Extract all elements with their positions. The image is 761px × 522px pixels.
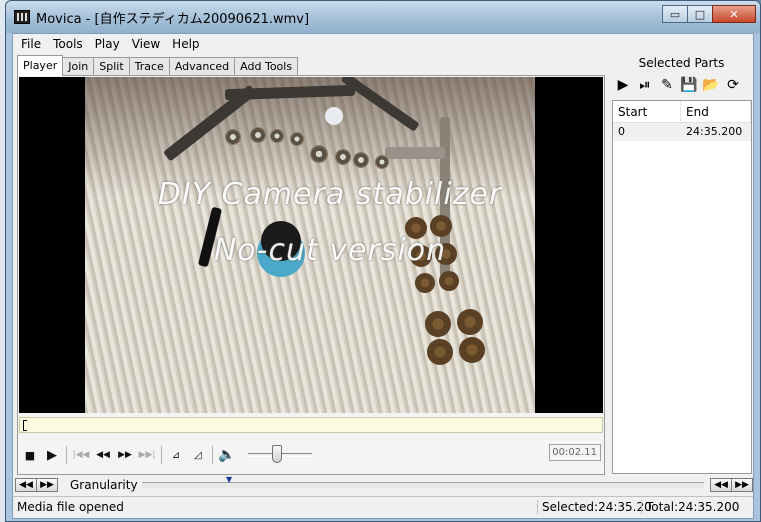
title-bar[interactable]: Movica - [自作ステディカム20090621.wmv] ▭ □ ✕: [6, 1, 760, 33]
client-area: File Tools Play View Help Player Join Sp…: [12, 33, 754, 519]
washer-part: [290, 132, 304, 146]
status-bar: Media file opened Selected:24:35.20 Tota…: [13, 496, 753, 518]
seek-marker[interactable]: [23, 420, 27, 431]
speaker-icon[interactable]: 🔈: [216, 444, 238, 466]
parts-list-header: Start End: [613, 101, 751, 123]
save-icon[interactable]: 💾: [678, 74, 700, 96]
selected-parts-title: Selected Parts: [638, 56, 725, 70]
washer-part: [353, 152, 369, 168]
washer-part: [325, 107, 343, 125]
bracket-part: [340, 77, 420, 132]
fast-forward-icon[interactable]: ▶▶: [114, 444, 136, 466]
video-view[interactable]: DIY Camera stabilizer No-cut version: [19, 77, 603, 413]
seek-bar[interactable]: [19, 417, 603, 433]
skip-end-icon[interactable]: ▶▶|: [136, 444, 158, 466]
toolbar-separator: [161, 446, 162, 464]
status-total: Total:24:35.200: [641, 500, 739, 514]
washer-part: [225, 129, 241, 145]
window-title: Movica - [自作ステディカム20090621.wmv]: [36, 12, 310, 27]
tab-split[interactable]: Split: [93, 57, 130, 76]
tab-advanced[interactable]: Advanced: [168, 57, 236, 76]
menu-file[interactable]: File: [15, 35, 47, 53]
weight-part: [459, 337, 485, 363]
granularity-right-button[interactable]: ▶▶: [36, 478, 58, 492]
row-start-value: 0: [618, 125, 625, 138]
washer-part: [375, 155, 389, 169]
row-end-value: 24:35.200: [686, 125, 743, 138]
menu-tools[interactable]: Tools: [47, 35, 89, 53]
play-selection-icon[interactable]: ▶: [612, 74, 634, 96]
granularity-slider[interactable]: ▼: [142, 475, 704, 488]
granularity-next-button[interactable]: ▶▶: [731, 478, 753, 492]
minimize-button[interactable]: ▭: [662, 5, 688, 23]
granularity-label: Granularity: [70, 478, 138, 492]
weight-part: [439, 271, 459, 291]
rewind-icon[interactable]: ◀◀: [92, 444, 114, 466]
volume-slider[interactable]: [248, 445, 312, 463]
app-window: Movica - [自作ステディカム20090621.wmv] ▭ □ ✕ Fi…: [5, 0, 761, 522]
tab-strip: Player Join Split Trace Advanced Add Too…: [17, 55, 299, 76]
tab-join[interactable]: Join: [62, 57, 95, 76]
video-caption-line2: No-cut version: [213, 233, 447, 268]
washer-part: [310, 145, 328, 163]
granularity-pointer-icon[interactable]: ▼: [226, 475, 232, 484]
video-frame: DIY Camera stabilizer No-cut version: [85, 77, 535, 413]
refresh-icon[interactable]: ⟳: [722, 74, 744, 96]
weight-part: [425, 311, 451, 337]
selected-parts-panel: Selected Parts ▶ ⏯ ✎ 💾 📂 ⟳ Start End 0 2…: [610, 54, 753, 476]
parts-list[interactable]: Start End 0 24:35.200: [612, 100, 752, 474]
tab-trace[interactable]: Trace: [128, 57, 170, 76]
stop-icon[interactable]: ■: [19, 444, 41, 466]
menu-help[interactable]: Help: [166, 35, 205, 53]
toolbar-separator: [212, 446, 213, 464]
granularity-prev-button[interactable]: ◀◀: [710, 478, 732, 492]
window-controls: ▭ □ ✕: [662, 5, 756, 23]
player-panel: DIY Camera stabilizer No-cut version ■ ▶…: [17, 75, 605, 475]
weight-part: [415, 273, 435, 293]
menu-bar: File Tools Play View Help: [13, 34, 753, 54]
video-caption-line1: DIY Camera stabilizer: [157, 177, 503, 212]
time-display: 00:02.11: [549, 444, 601, 461]
tab-player[interactable]: Player: [17, 55, 64, 76]
status-selected: Selected:24:35.20: [537, 500, 652, 514]
rod-part: [385, 147, 445, 159]
edit-icon[interactable]: ✎: [656, 74, 678, 96]
skip-start-icon[interactable]: |◀◀: [70, 444, 92, 466]
open-folder-icon[interactable]: 📂: [700, 74, 722, 96]
film-app-icon: [14, 10, 30, 24]
washer-part: [335, 149, 351, 165]
table-row[interactable]: 0 24:35.200: [613, 123, 751, 141]
weight-part: [427, 339, 453, 365]
menu-play[interactable]: Play: [89, 35, 126, 53]
menu-view[interactable]: View: [126, 35, 166, 53]
column-end[interactable]: End: [681, 101, 751, 122]
weight-part: [457, 309, 483, 335]
washer-part: [250, 127, 266, 143]
playback-controls: ■ ▶ |◀◀ ◀◀ ▶▶ ▶▶| ⊿ ◿ 🔈 00:02.11: [19, 440, 603, 470]
column-start[interactable]: Start: [613, 101, 681, 122]
volume-thumb[interactable]: [272, 445, 283, 463]
washer-part: [270, 129, 284, 143]
tab-add-tools[interactable]: Add Tools: [234, 57, 299, 76]
granularity-left-button[interactable]: ◀◀: [15, 478, 37, 492]
mark-out-icon[interactable]: ◿: [187, 444, 209, 466]
play-all-icon[interactable]: ⏯: [634, 74, 656, 96]
parts-toolbar: ▶ ⏯ ✎ 💾 📂 ⟳: [612, 74, 744, 96]
status-message: Media file opened: [17, 500, 124, 514]
maximize-button[interactable]: □: [687, 5, 713, 23]
close-button[interactable]: ✕: [712, 5, 756, 23]
granularity-bar: ◀◀ ▶▶ Granularity ▼ ◀◀ ▶▶: [15, 475, 753, 493]
play-icon[interactable]: ▶: [41, 444, 63, 466]
toolbar-separator: [66, 446, 67, 464]
mark-in-icon[interactable]: ⊿: [165, 444, 187, 466]
